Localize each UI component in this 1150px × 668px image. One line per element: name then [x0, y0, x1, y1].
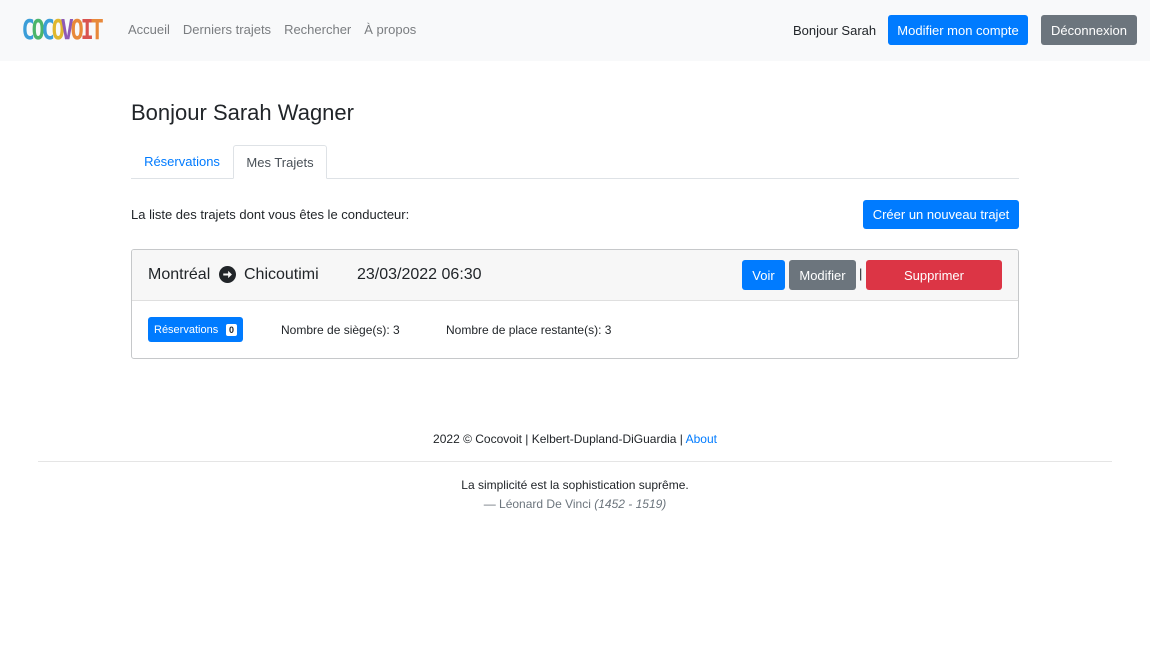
separator: |: [859, 266, 863, 281]
page-title: Bonjour Sarah Wagner: [131, 100, 354, 125]
remaining-seats: Nombre de place restante(s): 3: [446, 323, 612, 337]
list-intro: La liste des trajets dont vous êtes le c…: [131, 207, 410, 222]
tab-mes-trajets[interactable]: Mes Trajets: [233, 145, 327, 179]
seats-count: Nombre de siège(s): 3: [281, 323, 400, 337]
trip-card-body: Réservations 0 Nombre de siège(s): 3 Nom…: [132, 301, 1018, 358]
nav-link-a-propos[interactable]: À propos: [364, 22, 416, 37]
trip-origin: Montréal: [148, 266, 211, 283]
trip-datetime: 23/03/2022 06:30: [357, 266, 482, 283]
user-greeting: Bonjour Sarah: [793, 23, 877, 38]
cocovoit-logo[interactable]: COCOVOIT: [20, 14, 104, 46]
nav-link-rechercher[interactable]: Rechercher: [284, 22, 351, 37]
view-trip-button[interactable]: Voir: [742, 260, 785, 290]
logout-button[interactable]: Déconnexion: [1041, 15, 1137, 45]
edit-account-button[interactable]: Modifier mon compte: [888, 15, 1028, 45]
copyright-text: 2022 © Cocovoit | Kelbert-Dupland-DiGuar…: [433, 432, 683, 446]
arrow-circle-right-icon: [219, 266, 236, 283]
edit-trip-button[interactable]: Modifier: [789, 260, 856, 290]
reservations-button[interactable]: Réservations 0: [148, 317, 243, 342]
logo-letter: T: [90, 13, 104, 46]
create-trip-button[interactable]: Créer un nouveau trajet: [863, 200, 1019, 229]
nav-links: Accueil Derniers trajets Rechercher À pr…: [128, 22, 429, 37]
reservations-count-badge: 0: [225, 323, 237, 336]
about-link[interactable]: About: [686, 432, 717, 446]
footer-quote-author: — Léonard De Vinci (1452 - 1519): [0, 497, 1150, 511]
footer-divider: [38, 461, 1112, 462]
quote-author-name: — Léonard De Vinci: [483, 497, 591, 511]
delete-trip-button[interactable]: Supprimer: [866, 260, 1002, 290]
tab-reservations[interactable]: Réservations: [131, 145, 233, 179]
reservations-label: Réservations: [154, 323, 219, 336]
tabs: Réservations Mes Trajets: [131, 145, 1019, 179]
trip-card-header: Montréal Chicoutimi 23/03/2022 06:30 Voi…: [132, 250, 1018, 301]
nav-link-derniers-trajets[interactable]: Derniers trajets: [183, 22, 271, 37]
nav-link-accueil[interactable]: Accueil: [128, 22, 170, 37]
footer-copyright: 2022 © Cocovoit | Kelbert-Dupland-DiGuar…: [0, 432, 1150, 446]
trip-destination: Chicoutimi: [244, 266, 319, 283]
footer-quote: La simplicité est la sophistication supr…: [461, 478, 689, 492]
navbar: COCOVOIT Accueil Derniers trajets Recher…: [0, 0, 1150, 61]
trip-card: Montréal Chicoutimi 23/03/2022 06:30 Voi…: [131, 249, 1019, 359]
quote-author-years: (1452 - 1519): [594, 497, 667, 511]
